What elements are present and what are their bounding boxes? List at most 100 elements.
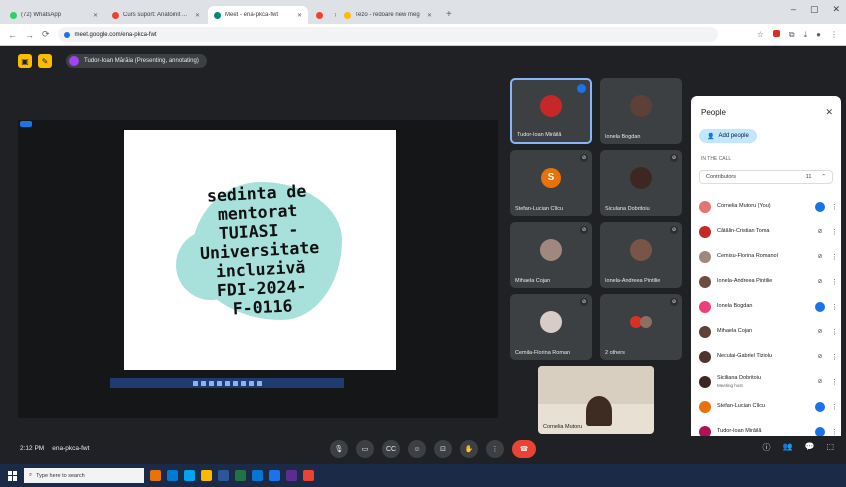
participant-tile-name: Ionela Bogdan bbox=[605, 134, 641, 140]
participant-tile[interactable]: ⊘ Mihaela Cojan bbox=[510, 222, 592, 288]
site-info-icon[interactable] bbox=[63, 31, 70, 38]
contributors-section-toggle[interactable]: Contributors 11 ⌃ bbox=[699, 170, 833, 184]
download-icon[interactable]: ⤓ bbox=[804, 30, 808, 40]
close-tab-icon[interactable]: ✕ bbox=[93, 12, 98, 19]
taskbar-app-icon[interactable] bbox=[269, 470, 280, 481]
participant-row[interactable]: Mihaela Cojan ⊘ ⋮ bbox=[699, 319, 838, 344]
extension-icon[interactable] bbox=[772, 29, 780, 37]
participant-tile[interactable]: ⊘ Cemila-Florina Roman bbox=[510, 294, 592, 360]
participant-tile[interactable]: Tudor-Ioan Mirăilă bbox=[510, 78, 592, 144]
extensions-puzzle-icon[interactable]: ⧉ bbox=[789, 30, 795, 40]
more-options-icon[interactable]: ⋮ bbox=[831, 378, 838, 386]
participant-tile[interactable]: ⊘ 2 others bbox=[600, 294, 682, 360]
taskbar-app-icon[interactable] bbox=[150, 470, 161, 481]
participant-tile[interactable]: ⊘ Siculana Dobritoiu bbox=[600, 150, 682, 216]
more-options-icon[interactable]: ⋮ bbox=[831, 278, 838, 286]
muted-mic-icon[interactable]: ⊘ bbox=[815, 352, 825, 362]
close-icon[interactable]: ✕ bbox=[825, 107, 833, 118]
taskbar-app-icon[interactable] bbox=[201, 470, 212, 481]
participant-tile-name: 2 others bbox=[605, 350, 625, 356]
participant-row[interactable]: Neculai-Gabriel Tiziolu ⊘ ⋮ bbox=[699, 344, 838, 369]
slide-title: sedinta de mentorat TUIASI - Universitate in… bbox=[197, 180, 323, 319]
shared-screen: sedinta de mentorat TUIASI - Universitate in… bbox=[18, 120, 498, 418]
muted-mic-icon[interactable]: ⊘ bbox=[815, 277, 825, 287]
back-icon[interactable]: ← bbox=[8, 30, 17, 40]
taskbar-app-icon[interactable] bbox=[252, 470, 263, 481]
raise-hand-icon[interactable]: ✋ bbox=[460, 440, 478, 458]
self-view-tile[interactable]: Cornelia Mutoru bbox=[538, 366, 654, 434]
speaking-indicator-icon bbox=[815, 301, 825, 312]
participant-row[interactable]: Ionela Bogdan ⋮ bbox=[699, 294, 838, 319]
browser-tab[interactable]: (72) WhatsApp ✕ bbox=[4, 6, 104, 24]
taskbar-search-box[interactable]: ⌕ Type here to search bbox=[24, 468, 144, 483]
close-tab-icon[interactable]: ✕ bbox=[297, 12, 302, 19]
activities-icon[interactable]: ⬚ bbox=[826, 442, 834, 453]
taskbar-app-icon[interactable] bbox=[218, 470, 229, 481]
url-field[interactable]: meet.google.com/ena-pkca-fwt bbox=[57, 27, 718, 42]
participant-row[interactable]: Cătălin-Cristian Toma ⊘ ⋮ bbox=[699, 219, 838, 244]
forward-icon[interactable]: → bbox=[25, 30, 34, 40]
close-tab-icon[interactable]: ✕ bbox=[427, 12, 432, 19]
browser-tab[interactable]: Meet - ena-pkca-fwt ✕ bbox=[208, 6, 308, 24]
new-tab-button[interactable]: + bbox=[440, 6, 458, 24]
more-options-icon[interactable]: ⋮ bbox=[831, 353, 838, 361]
browser-tab[interactable]: Tezo - redoare new megan ✕ bbox=[338, 6, 438, 24]
camera-icon[interactable]: ▭ bbox=[356, 440, 374, 458]
emoji-icon[interactable]: ☺ bbox=[408, 440, 426, 458]
captions-icon[interactable]: CC bbox=[382, 440, 400, 458]
browser-menu-icon[interactable]: ⋮ bbox=[830, 30, 838, 40]
search-icon: ⌕ bbox=[29, 472, 33, 478]
participant-name: Mihaela Cojan bbox=[717, 328, 753, 334]
more-options-icon[interactable]: ⋮ bbox=[831, 203, 838, 211]
taskbar-app-icon[interactable] bbox=[303, 470, 314, 481]
maximize-icon[interactable]: ▢ bbox=[810, 4, 819, 15]
participant-row[interactable]: Stefan-Lucian Cîlcu ⋮ bbox=[699, 394, 838, 419]
participant-name: Cemisu-Florina Romanol bbox=[717, 253, 778, 259]
profile-icon[interactable]: ● bbox=[816, 30, 821, 40]
participant-row[interactable]: Cemisu-Florina Romanol ⊘ ⋮ bbox=[699, 244, 838, 269]
speaking-indicator-icon bbox=[815, 401, 825, 412]
participant-tile[interactable]: ⊘ Ionela-Andreea Pintilie bbox=[600, 222, 682, 288]
people-icon[interactable]: 👥 bbox=[783, 442, 793, 453]
more-options-icon[interactable]: ⋮ bbox=[831, 428, 838, 436]
chat-icon[interactable]: 💬 bbox=[804, 442, 814, 453]
bookmark-star-icon[interactable]: ☆ bbox=[757, 30, 764, 40]
close-tab-icon[interactable]: ✕ bbox=[195, 12, 200, 19]
meeting-details-icon[interactable]: ⓘ bbox=[763, 442, 771, 453]
contributors-count: 11 bbox=[805, 174, 812, 180]
more-options-icon[interactable]: ⋮ bbox=[831, 228, 838, 236]
more-options-icon[interactable]: ⋮ bbox=[831, 253, 838, 261]
close-window-icon[interactable]: ✕ bbox=[832, 4, 840, 15]
participant-row[interactable]: Cornelia Mutoru (You) ⋮ bbox=[699, 194, 838, 219]
muted-mic-icon[interactable]: ⊘ bbox=[815, 327, 825, 337]
participant-tile[interactable]: S ⊘ Stefan-Lucian Cîlcu bbox=[510, 150, 592, 216]
annotation-tool-icon[interactable]: ▣ bbox=[18, 54, 32, 68]
muted-mic-icon[interactable]: ⊘ bbox=[815, 377, 825, 387]
leave-call-button[interactable]: ☎ bbox=[512, 440, 536, 458]
taskbar-app-icon[interactable] bbox=[167, 470, 178, 481]
taskbar-app-icon[interactable] bbox=[235, 470, 246, 481]
participant-video bbox=[630, 94, 652, 117]
participant-tile[interactable]: Ionela Bogdan bbox=[600, 78, 682, 144]
more-options-icon[interactable]: ⋮ bbox=[831, 328, 838, 336]
minimize-icon[interactable]: – bbox=[791, 4, 796, 15]
more-options-icon[interactable]: ⋮ bbox=[831, 403, 838, 411]
add-people-button[interactable]: 👤 Add people bbox=[699, 129, 757, 143]
muted-mic-icon[interactable]: ⊘ bbox=[815, 252, 825, 262]
present-screen-icon[interactable]: ⊡ bbox=[434, 440, 452, 458]
mic-icon[interactable]: 🎙 bbox=[330, 440, 348, 458]
participant-row[interactable]: Siciliana Dobritoiu Meeting host ⊘ ⋮ bbox=[699, 369, 838, 394]
annotation-pen-icon[interactable]: ✎ bbox=[38, 54, 52, 68]
muted-mic-icon[interactable]: ⊘ bbox=[815, 227, 825, 237]
browser-tab[interactable]: ✕ bbox=[310, 6, 336, 24]
more-options-icon[interactable]: ⋮ bbox=[486, 440, 504, 458]
reload-icon[interactable]: ⟳ bbox=[42, 29, 50, 40]
browser-tab[interactable]: Curs suport: Anatoinit ... ✕ bbox=[106, 6, 206, 24]
more-options-icon[interactable]: ⋮ bbox=[831, 303, 838, 311]
participant-row[interactable]: Ionela-Andreea Pintilie ⊘ ⋮ bbox=[699, 269, 838, 294]
close-tab-icon[interactable]: ✕ bbox=[334, 12, 336, 19]
windows-start-icon[interactable] bbox=[8, 470, 18, 481]
taskbar-app-icon[interactable] bbox=[286, 470, 297, 481]
taskbar-app-icon[interactable] bbox=[184, 470, 195, 481]
presenter-chip[interactable]: Tudor-Ioan Mărăia (Presenting, annotatin… bbox=[66, 54, 207, 68]
